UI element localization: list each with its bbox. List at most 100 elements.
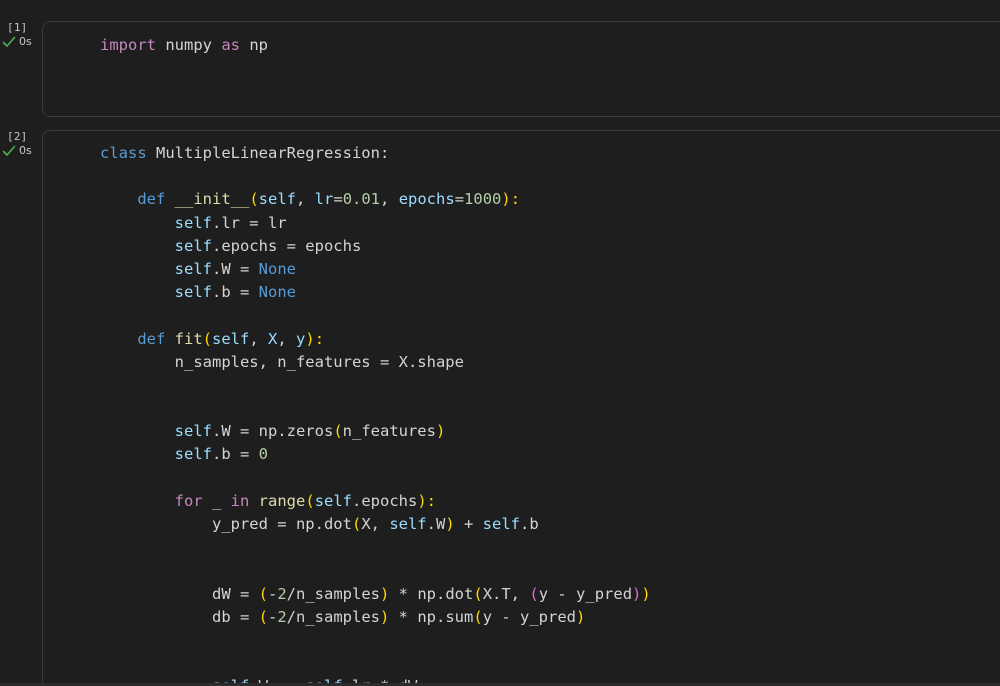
code-token: def: [137, 190, 166, 209]
code-token: .W: [426, 515, 446, 533]
code-line[interactable]: [100, 536, 651, 559]
code-line[interactable]: [100, 304, 651, 327]
code-token: /n_samples: [286, 607, 380, 626]
code-line[interactable]: def fit(self, X, y):: [100, 328, 651, 351]
code-token: self: [174, 213, 212, 232]
code-line[interactable]: [100, 374, 651, 397]
code-token: y: [296, 329, 306, 348]
execution-time: 0s: [19, 35, 32, 48]
code-token: 0.01: [342, 190, 381, 209]
code-token: /n_samples: [286, 584, 380, 603]
code-token: y - y_pred: [482, 607, 577, 626]
code-token: X: [268, 329, 278, 348]
code-token: 0: [258, 445, 268, 464]
code-token: fit: [174, 329, 203, 348]
code-token: ): [380, 584, 390, 603]
code-token: ,: [249, 329, 269, 348]
code-line[interactable]: self.W = None: [100, 258, 651, 281]
code-token: .epochs: [352, 491, 418, 510]
code-line[interactable]: self.b = None: [100, 281, 651, 304]
code-line[interactable]: [100, 397, 651, 420]
code-line[interactable]: y_pred = np.dot(X, self.W) + self.b: [100, 513, 651, 536]
code-token: as: [221, 36, 240, 54]
code-token: * np.dot: [389, 584, 474, 603]
code-token: n_features: [342, 422, 436, 441]
code-token: (: [202, 329, 213, 348]
code-content[interactable]: class MultipleLinearRegression: def __in…: [100, 142, 651, 686]
code-token: (: [333, 422, 343, 441]
code-line[interactable]: n_samples, n_features = X.shape: [100, 351, 651, 374]
code-token: 2: [277, 584, 287, 603]
code-token: self: [174, 283, 212, 302]
code-token: 1000: [464, 190, 502, 209]
code-line[interactable]: import numpy as np: [100, 34, 268, 57]
code-token: y - y_pred: [538, 584, 633, 603]
code-token: ,: [380, 190, 399, 209]
code-line[interactable]: [100, 652, 651, 675]
code-line[interactable]: class MultipleLinearRegression:: [100, 142, 651, 165]
checkmark-icon: [2, 145, 16, 156]
code-token: (: [351, 515, 362, 533]
code-token: self: [174, 236, 212, 255]
code-line[interactable]: self.W = np.zeros(n_features): [100, 420, 651, 443]
code-token: .lr = lr: [211, 213, 287, 232]
code-cell[interactable]: [2] 0s class MultipleLinearRegression: d…: [0, 130, 1000, 686]
code-line[interactable]: [100, 467, 651, 490]
code-token: .W =: [211, 259, 259, 278]
code-token: ): [445, 515, 455, 533]
code-token: self: [314, 491, 353, 510]
code-token: self: [174, 422, 212, 441]
code-line[interactable]: db = (-2/n_samples) * np.sum(y - y_pred): [100, 606, 651, 629]
code-token: .b =: [211, 445, 259, 464]
code-token: def: [137, 329, 166, 348]
code-cell[interactable]: [1] 0s import numpy as np: [0, 21, 1000, 117]
code-token: lr: [314, 190, 334, 209]
code-token: .b: [519, 515, 539, 533]
code-token: ): [632, 584, 642, 603]
code-token: (: [473, 584, 483, 603]
code-token: .W = np.zeros: [211, 422, 334, 441]
code-token: range: [258, 491, 306, 510]
code-token: X,: [361, 515, 390, 533]
code-line[interactable]: dW = (-2/n_samples) * np.dot(X.T, (y - y…: [100, 583, 651, 606]
checkmark-icon: [2, 36, 16, 47]
code-token: self: [212, 329, 250, 348]
code-token: -: [267, 584, 278, 603]
code-token: np: [240, 36, 268, 54]
code-token: epochs: [398, 190, 455, 209]
code-editor[interactable]: import numpy as np: [42, 21, 1000, 117]
code-line[interactable]: [100, 559, 651, 582]
code-line[interactable]: self.lr = lr: [100, 212, 651, 235]
code-line[interactable]: self.epochs = epochs: [100, 235, 651, 258]
code-editor[interactable]: class MultipleLinearRegression: def __in…: [42, 130, 1000, 686]
code-token: (: [258, 607, 268, 626]
code-token: (: [305, 491, 315, 510]
code-line[interactable]: for _ in range(self.epochs):: [100, 490, 651, 513]
code-token: self: [482, 515, 520, 533]
code-token: -: [267, 607, 278, 626]
code-content[interactable]: import numpy as np: [100, 34, 268, 57]
code-line[interactable]: [100, 165, 651, 188]
code-line[interactable]: [100, 629, 651, 652]
code-line[interactable]: self.b = 0: [100, 443, 651, 466]
code-token: db =: [100, 607, 259, 626]
code-token: self: [174, 259, 212, 278]
code-token: None: [258, 259, 296, 278]
code-token: (: [258, 584, 268, 603]
code-token: X.T,: [482, 584, 530, 603]
code-token: self: [258, 190, 296, 209]
code-token: ): [641, 584, 651, 603]
code-token: for: [174, 491, 203, 510]
code-token: __init__: [174, 190, 250, 209]
code-line[interactable]: def __init__(self, lr=0.01, epochs=1000)…: [100, 188, 651, 211]
code-token: dW =: [100, 584, 259, 603]
code-token: self: [174, 445, 212, 464]
code-token: (: [249, 190, 259, 209]
code-token: MultipleLinearRegression:: [146, 144, 390, 162]
